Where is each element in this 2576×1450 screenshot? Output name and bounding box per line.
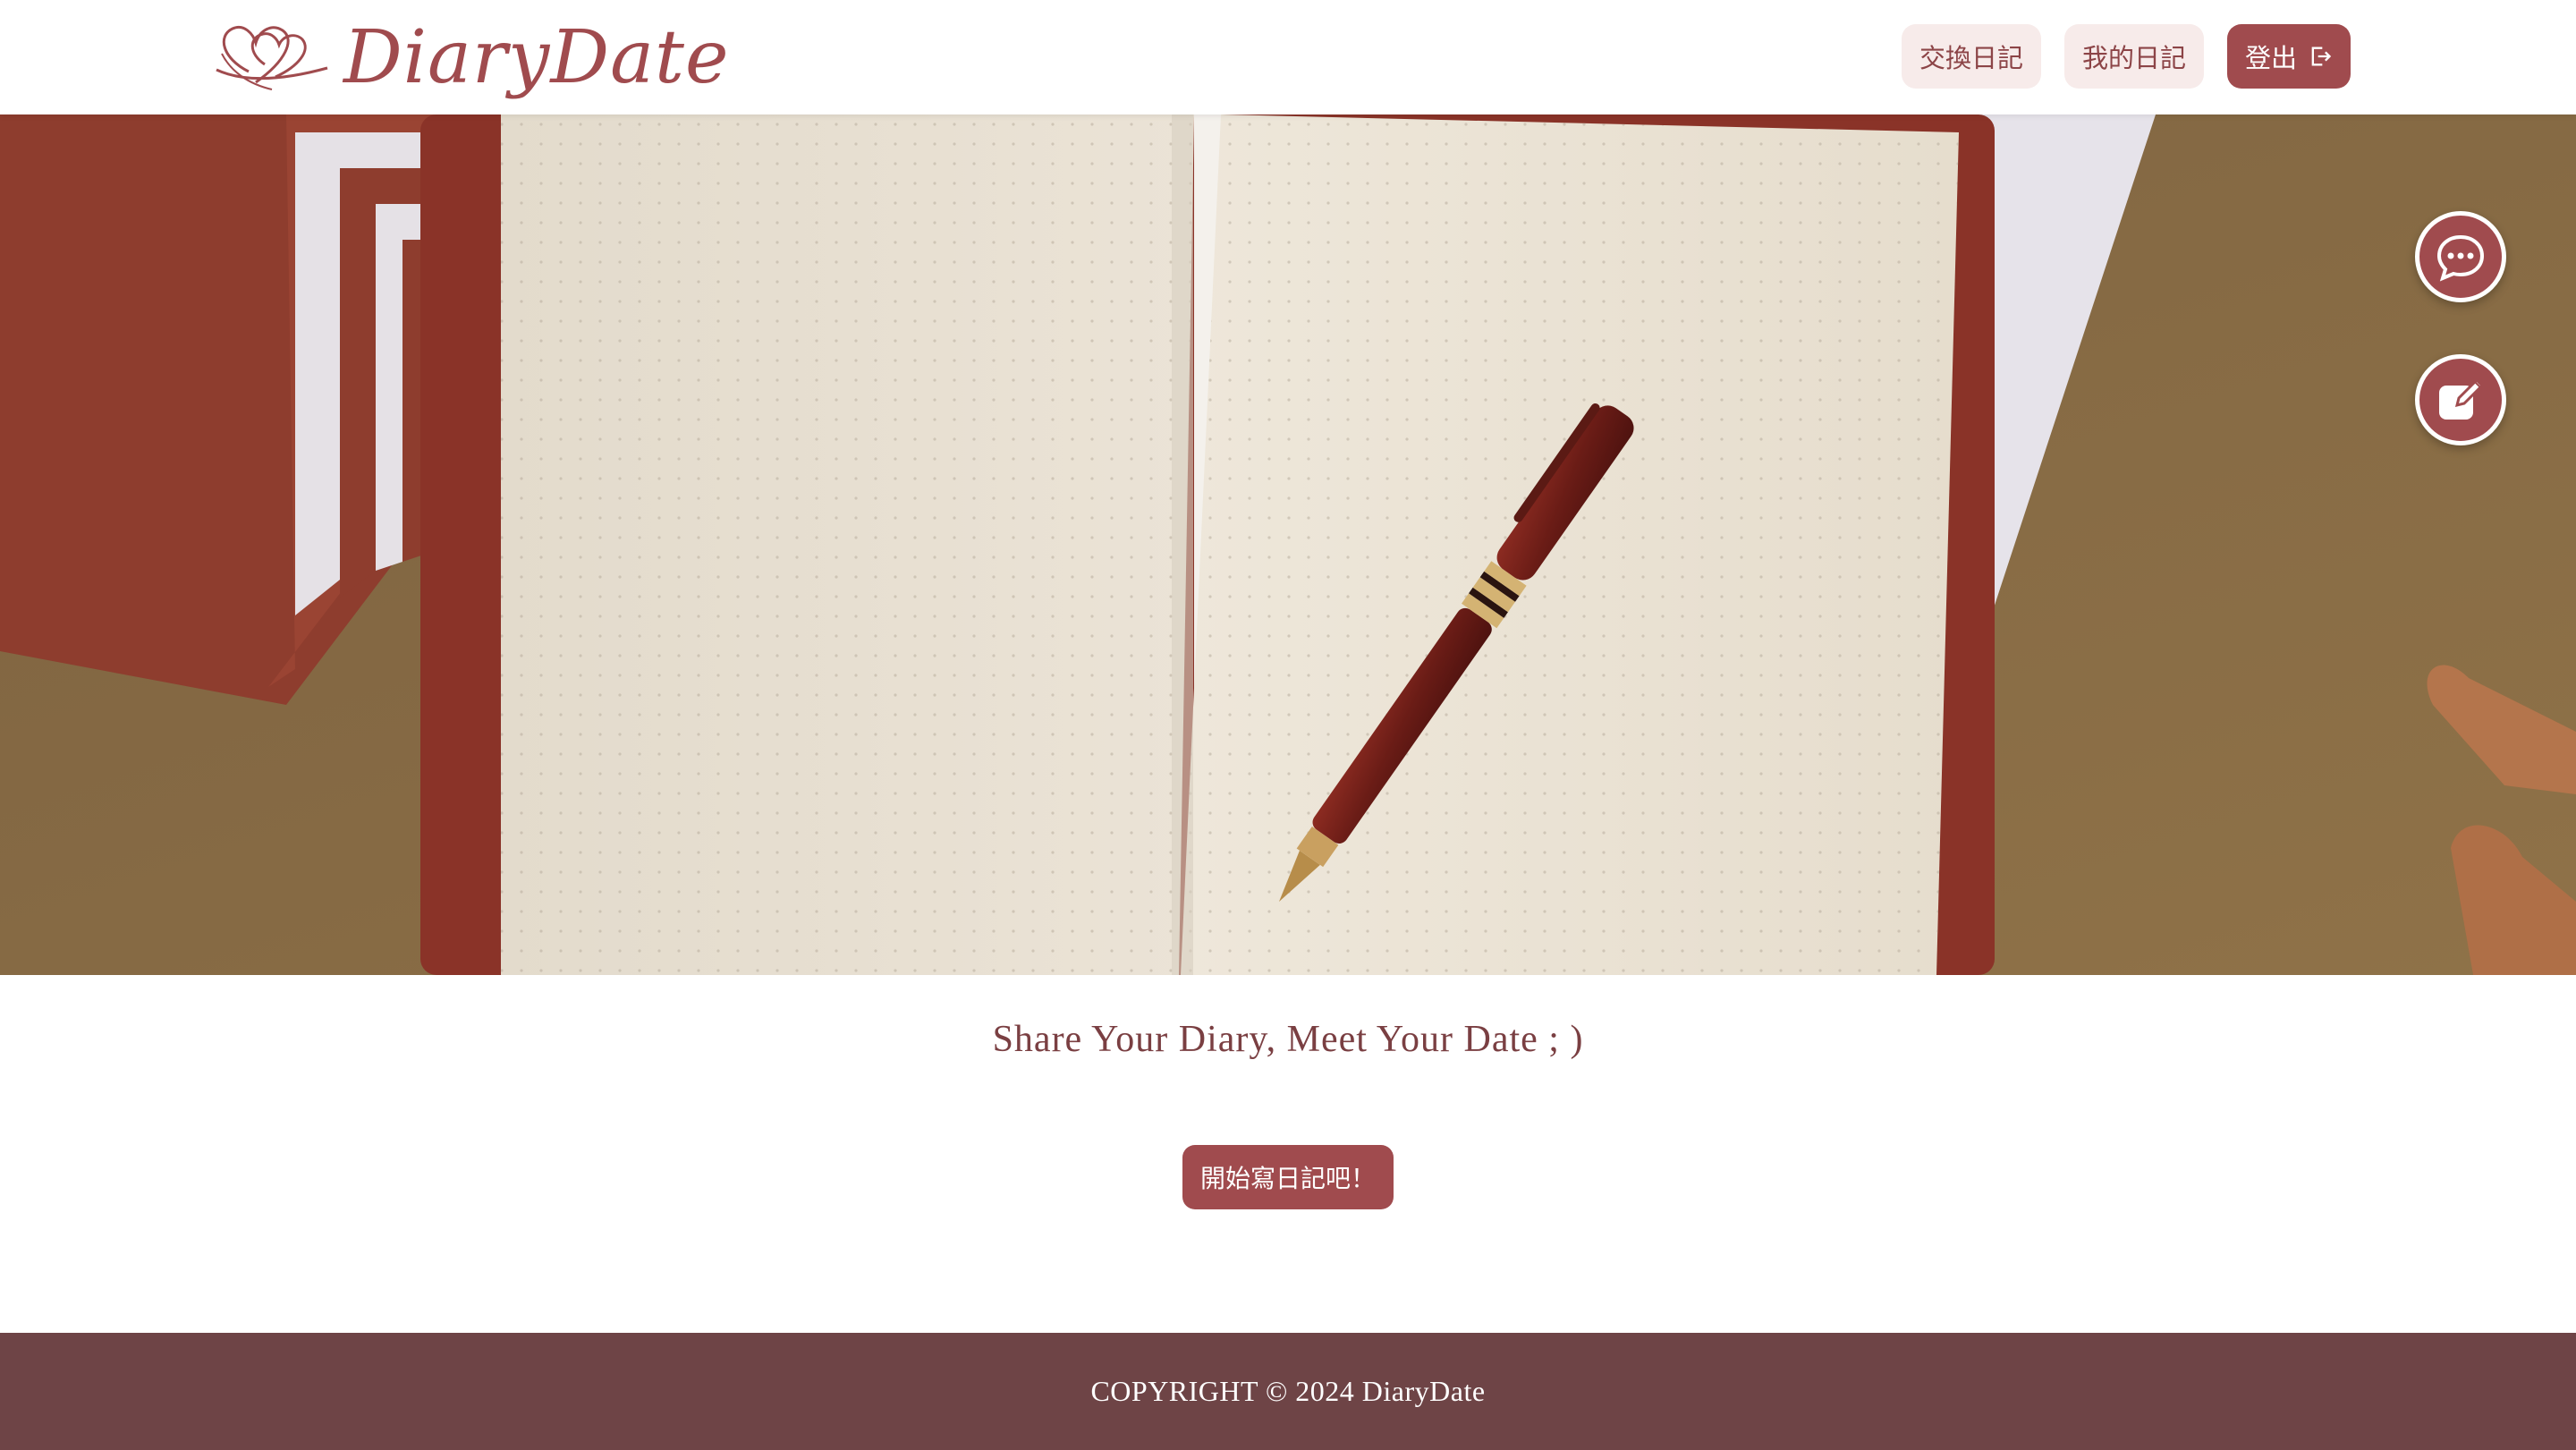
logout-button[interactable]: 登出 [2226,24,2351,89]
hero-banner [0,114,2576,975]
chat-bubble-icon [2436,234,2485,282]
start-writing-button[interactable]: 開始寫日記吧！ [1182,1145,1394,1209]
nav-my-diary-button[interactable]: 我的日記 [2063,24,2204,89]
chat-fab-button[interactable] [2415,211,2506,302]
logout-icon [2311,47,2332,66]
tagline: Share Your Diary, Meet Your Date ; ) [992,1019,1584,1060]
write-diary-fab-button[interactable] [2415,354,2506,445]
top-navbar: DiaryDate 交換日記 我的日記 登出 [0,0,2576,114]
brand-logo[interactable]: DiaryDate [213,9,730,107]
nav-my-diary-label: 我的日記 [2081,43,2186,73]
nav-exchange-diary-label: 交換日記 [1919,43,2023,73]
logout-label: 登出 [2244,43,2297,73]
brand-name: DiaryDate [343,15,730,100]
copyright-text: COPYRIGHT © 2024 DiaryDate [1090,1375,1486,1407]
hero-notebook-image [0,114,2576,975]
heart-logo-icon [216,26,328,90]
nav-exchange-diary-button[interactable]: 交換日記 [1901,24,2041,89]
nav-links: 交換日記 我的日記 登出 [1901,24,2351,89]
footer: COPYRIGHT © 2024 DiaryDate [0,1333,2576,1450]
edit-note-icon [2439,377,2485,420]
